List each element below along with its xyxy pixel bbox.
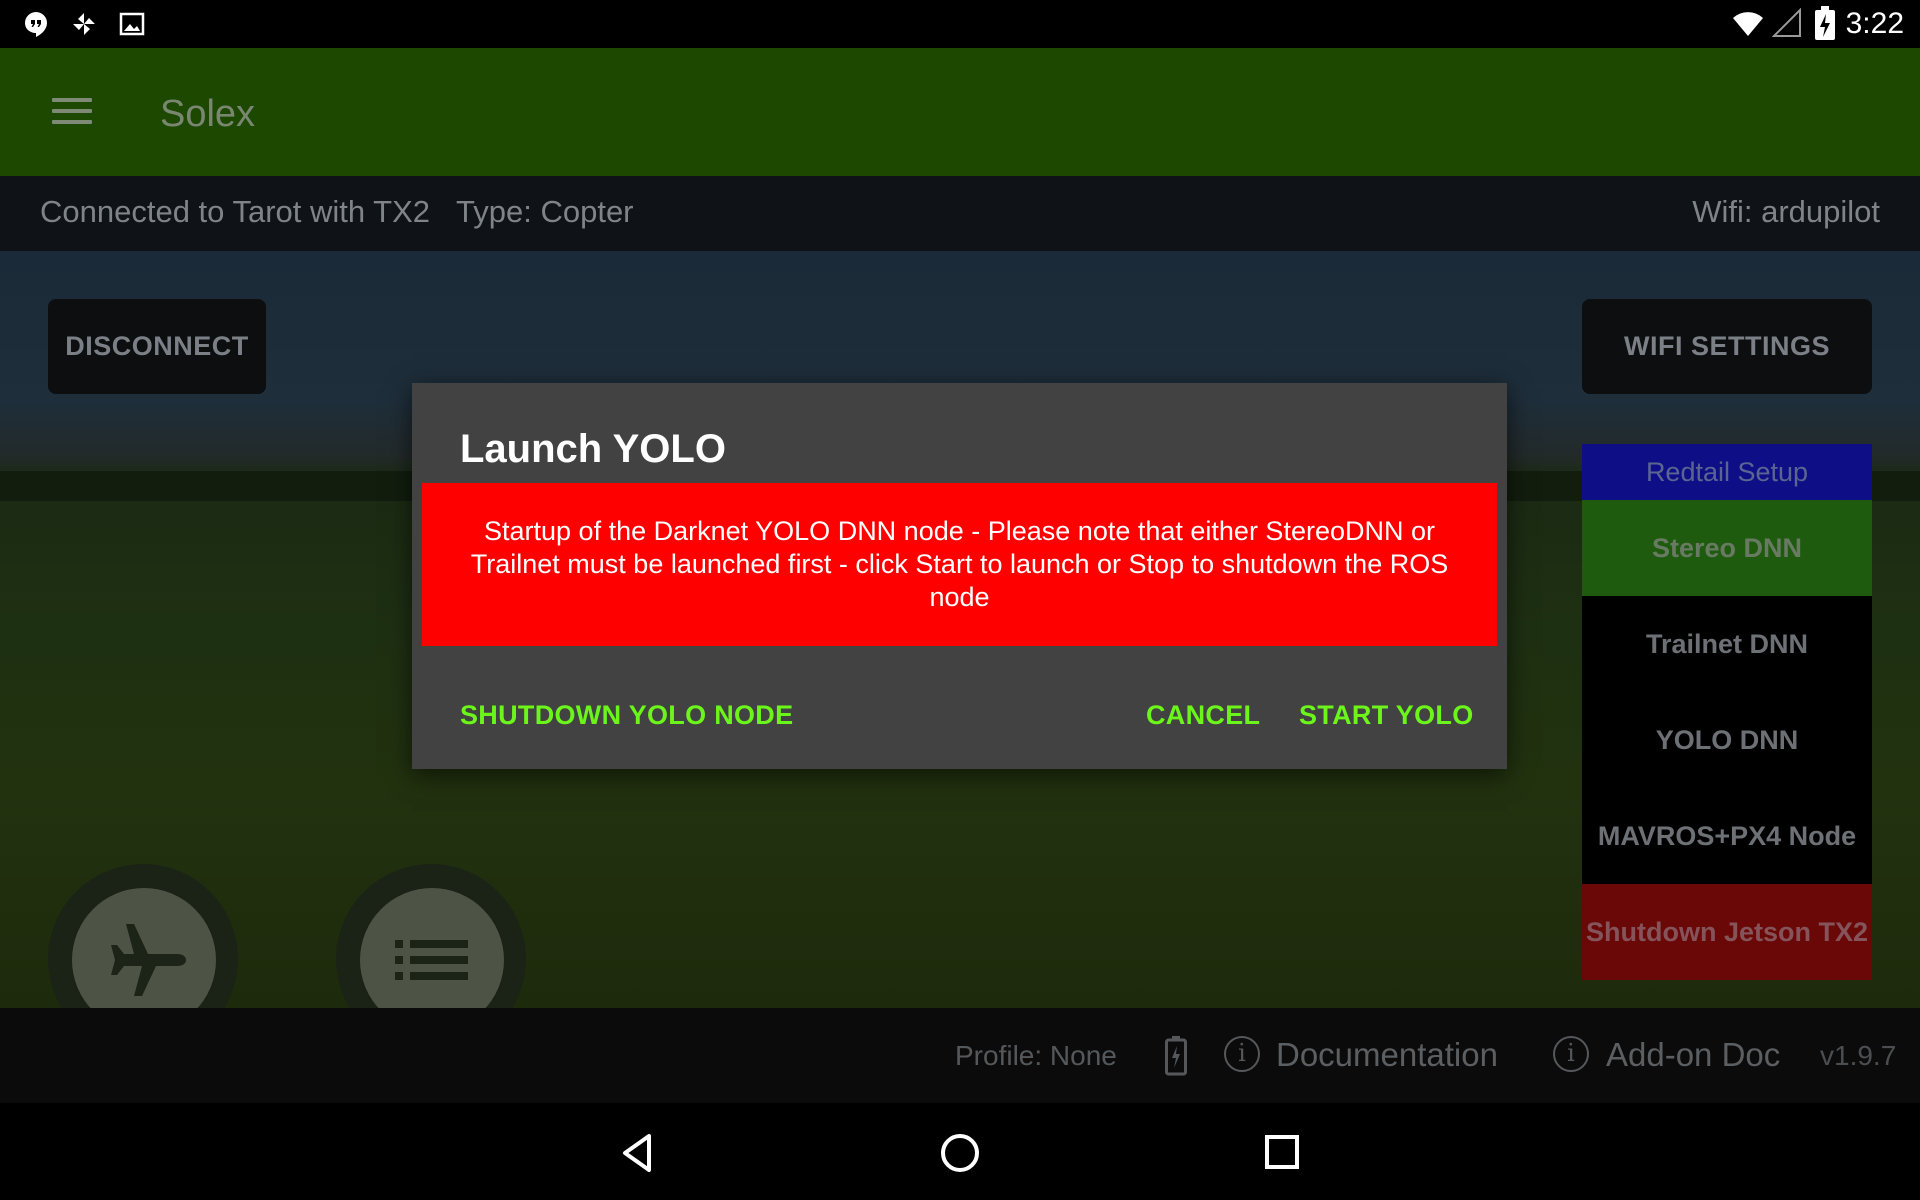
connection-text: Connected to Tarot with TX2 xyxy=(40,194,431,229)
info-icon[interactable]: i xyxy=(1224,1036,1260,1072)
side-item-mavros-px4-node[interactable]: MAVROS+PX4 Node xyxy=(1582,788,1872,884)
wifi-status: Wifi: ardupilot xyxy=(1692,194,1880,229)
info-icon[interactable]: i xyxy=(1553,1036,1589,1072)
launch-yolo-dialog: Launch YOLO Startup of the Darknet YOLO … xyxy=(412,383,1507,769)
hamburger-menu-icon[interactable] xyxy=(52,98,92,124)
wifi-icon xyxy=(1733,12,1763,36)
status-clock: 3:22 xyxy=(1845,7,1904,40)
side-item-yolo-dnn[interactable]: YOLO DNN xyxy=(1582,692,1872,788)
profile-label: Profile: None xyxy=(955,1040,1117,1071)
addon-side-panel: Redtail Setup Stereo DNN Trailnet DNN YO… xyxy=(1582,444,1872,980)
hangouts-icon xyxy=(25,12,47,37)
image-icon xyxy=(119,12,145,36)
connection-status: Connected to Tarot with TX2 Type: Copter xyxy=(40,194,634,230)
recents-icon[interactable] xyxy=(1262,1132,1304,1174)
dialog-title: Launch YOLO xyxy=(460,427,726,471)
status-bar: 3:22 xyxy=(0,0,1920,48)
battery-charging-icon xyxy=(1815,6,1835,40)
app-title: Solex xyxy=(160,93,256,135)
side-item-stereo-dnn[interactable]: Stereo DNN xyxy=(1582,500,1872,596)
documentation-link[interactable]: Documentation xyxy=(1276,1036,1498,1074)
connection-bar: Connected to Tarot with TX2 Type: Copter … xyxy=(0,176,1920,251)
addon-doc-link[interactable]: Add-on Doc xyxy=(1606,1036,1780,1074)
battery-icon xyxy=(1165,1036,1187,1076)
version-label: v1.9.7 xyxy=(1820,1040,1897,1071)
signal-icon xyxy=(1772,8,1801,37)
info-bar: Profile: None i Documentation i Add-on D… xyxy=(0,1008,1920,1103)
vehicle-type: Type: Copter xyxy=(456,194,634,229)
home-icon[interactable] xyxy=(938,1131,982,1175)
shutdown-yolo-node-button[interactable]: SHUTDOWN YOLO NODE xyxy=(460,700,793,731)
cancel-button[interactable]: CANCEL xyxy=(1146,700,1260,731)
side-item-redtail-setup[interactable]: Redtail Setup xyxy=(1582,444,1872,500)
dialog-message: Startup of the Darknet YOLO DNN node - P… xyxy=(422,483,1497,646)
wifi-settings-button[interactable]: WIFI SETTINGS xyxy=(1582,299,1872,394)
side-item-shutdown-jetson[interactable]: Shutdown Jetson TX2 xyxy=(1582,884,1872,980)
start-yolo-button[interactable]: START YOLO xyxy=(1299,700,1474,731)
back-icon[interactable] xyxy=(616,1131,660,1175)
app-bar: Solex xyxy=(0,48,1920,176)
disconnect-button[interactable]: DISCONNECT xyxy=(48,299,266,394)
pinwheel-icon xyxy=(73,13,95,35)
navigation-bar xyxy=(0,1103,1920,1200)
side-item-trailnet-dnn[interactable]: Trailnet DNN xyxy=(1582,596,1872,692)
